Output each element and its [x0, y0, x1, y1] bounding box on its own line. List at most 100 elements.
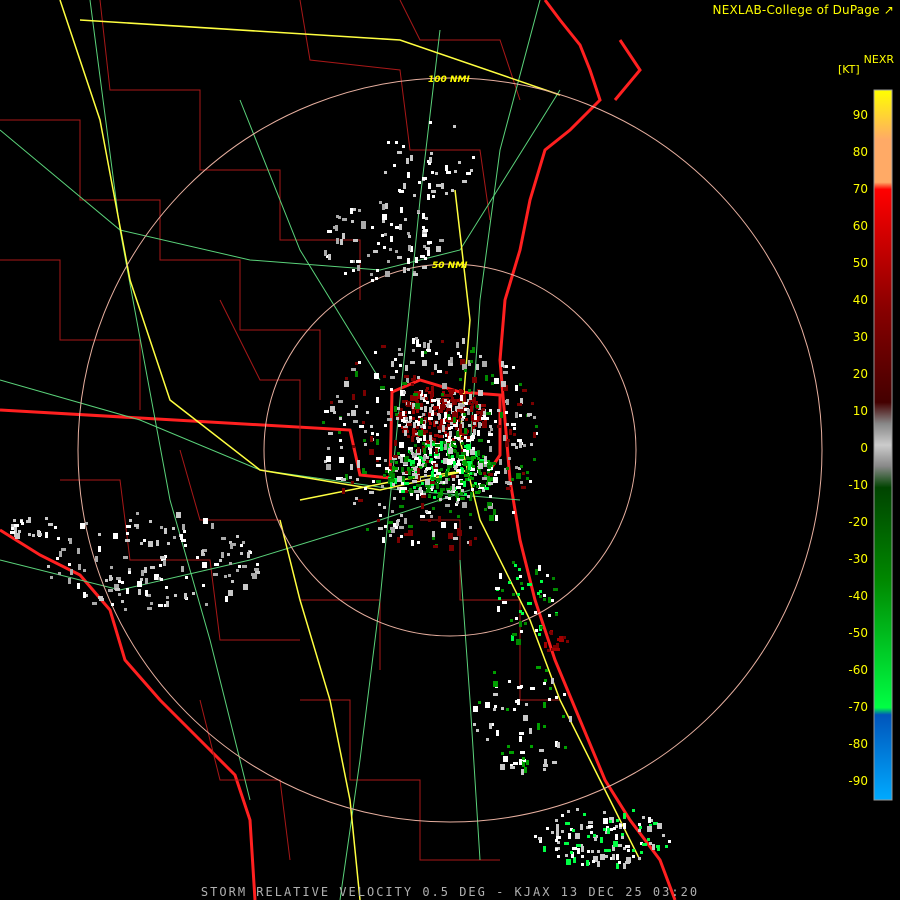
echo-pixel [431, 171, 434, 174]
echo-pixel [397, 452, 400, 455]
echo-pixel [344, 272, 347, 275]
echo-pixel [464, 474, 469, 477]
echo-pixel [487, 440, 490, 443]
echo-pixel [59, 551, 62, 557]
echo-pixel [70, 569, 73, 575]
echo-pixel [448, 533, 453, 539]
echo-pixel [468, 464, 471, 470]
echo-pixel [476, 364, 479, 370]
echo-pixel [616, 819, 619, 822]
echo-pixel [436, 483, 439, 489]
echo-pixel [450, 357, 453, 363]
echo-pixel [429, 340, 432, 343]
echo-pixel [68, 563, 71, 566]
echo-pixel [470, 406, 473, 412]
echo-pixel [433, 496, 436, 499]
echo-pixel [448, 497, 451, 500]
echo-pixel [436, 472, 441, 475]
echo-pixel [618, 861, 621, 864]
echo-pixel [173, 536, 176, 539]
echo-pixel [489, 425, 492, 428]
echo-pixel [448, 448, 453, 454]
echo-pixel [508, 581, 511, 584]
echo-pixel [424, 406, 427, 412]
echo-pixel [383, 506, 386, 509]
echo-pixel [438, 410, 443, 413]
echo-pixel [454, 467, 457, 470]
echo-pixel [456, 501, 459, 504]
echo-pixel [338, 400, 343, 403]
echo-pixel [378, 527, 383, 530]
echo-pixel [456, 342, 459, 348]
echo-pixel [581, 846, 584, 852]
echo-pixel [420, 515, 425, 518]
echo-pixel [434, 412, 437, 415]
echo-pixel [336, 238, 339, 244]
echo-pixel [623, 823, 626, 829]
echo-pixel [444, 412, 447, 418]
echo-pixel [427, 250, 430, 256]
echo-pixel [95, 556, 98, 562]
echo-pixel [483, 472, 486, 475]
echo-pixel [530, 443, 533, 446]
echo-pixel [407, 268, 410, 271]
echo-pixel [395, 461, 398, 464]
echo-pixel [431, 477, 436, 480]
echo-pixel [552, 761, 557, 764]
echo-pixel [219, 559, 222, 562]
echo-pixel [440, 399, 443, 402]
echo-pixel [616, 854, 619, 860]
echo-pixel [240, 552, 243, 555]
echo-pixel [324, 250, 327, 256]
echo-pixel [461, 468, 464, 474]
echo-pixel [228, 590, 233, 596]
echo-pixel [387, 260, 390, 263]
echo-pixel [486, 412, 491, 415]
echo-pixel [429, 432, 432, 435]
echo-pixel [422, 234, 427, 237]
echo-pixel [557, 855, 560, 858]
echo-pixel [546, 574, 549, 577]
echo-pixel [340, 446, 343, 449]
echo-pixel [385, 470, 388, 473]
echo-pixel [555, 696, 558, 699]
echo-pixel [500, 412, 503, 418]
echo-pixel [460, 395, 463, 401]
echo-pixel [326, 464, 331, 470]
echo-pixel [372, 480, 375, 483]
echo-pixel [468, 424, 471, 427]
echo-pixel [363, 390, 366, 396]
echo-pixel [160, 578, 163, 581]
echo-pixel [459, 378, 462, 381]
echo-pixel [390, 474, 395, 477]
echo-pixel [454, 523, 457, 529]
echo-pixel [399, 364, 402, 367]
echo-pixel [556, 836, 561, 839]
echo-pixel [434, 490, 437, 493]
echo-pixel [469, 526, 472, 529]
echo-pixel [441, 522, 446, 528]
echo-pixel [649, 842, 652, 845]
echo-pixel [236, 535, 239, 538]
echo-pixel [436, 184, 441, 187]
echo-pixel [442, 383, 447, 389]
echo-pixel [422, 413, 425, 416]
echo-pixel [459, 456, 464, 459]
echo-pixel [407, 423, 412, 426]
echo-pixel [413, 273, 418, 276]
echo-pixel [505, 365, 508, 368]
echo-pixel [376, 433, 379, 436]
echo-pixel [394, 358, 397, 361]
echo-pixel [45, 532, 48, 538]
echo-pixel [482, 489, 485, 492]
echo-pixel [476, 405, 479, 408]
echo-pixel [335, 225, 338, 231]
echo-pixel [111, 603, 114, 606]
echo-pixel [583, 813, 586, 816]
echo-pixel [447, 459, 450, 465]
echo-pixel [508, 457, 511, 460]
echo-pixel [56, 557, 59, 560]
echo-pixel [490, 428, 493, 431]
echo-pixel [121, 600, 124, 603]
echo-pixel [470, 169, 473, 172]
